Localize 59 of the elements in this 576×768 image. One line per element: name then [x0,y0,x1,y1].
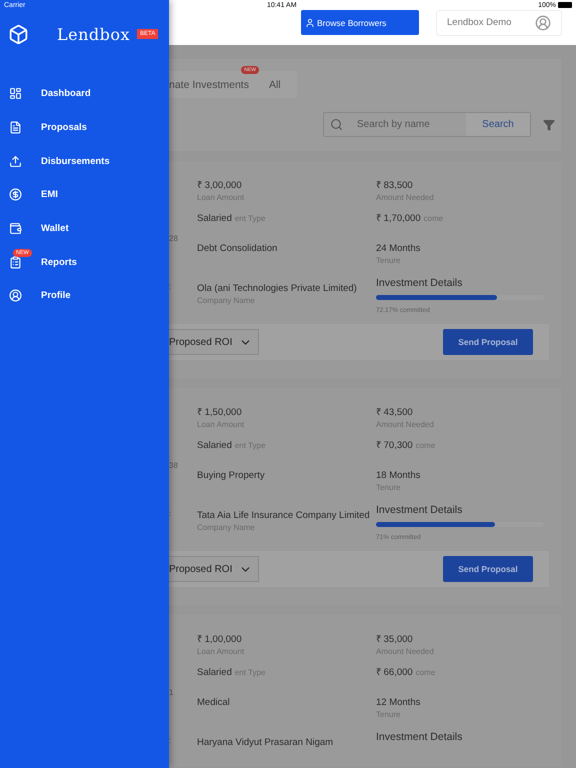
browse-borrowers-button[interactable]: Browse Borrowers [301,10,419,35]
employment-type: Salaried [197,666,232,679]
cut-text: 28 [169,234,179,245]
grid-icon [9,87,22,100]
monthly-income: ₹ 1,70,000 [376,212,421,225]
cube-icon [8,24,29,44]
user-icon [305,18,315,28]
amount-needed: ₹ 35,000 [376,633,414,646]
clipboard-icon [9,256,22,269]
tenure: 18 Months [376,469,422,482]
menu-item[interactable]: Dashboard [0,77,169,111]
loan-purpose: Buying Property [197,469,266,482]
roi-dropdown[interactable]: Proposed ROI [169,329,259,355]
send-proposal-button[interactable]: Send Proposal [443,329,533,355]
cut-text: : [169,735,172,747]
filter-icon[interactable] [543,118,555,130]
search-button[interactable]: Search [466,113,530,136]
avatar-icon [535,14,551,30]
investment-title: Investment Details [376,277,464,289]
loan-amount: ₹ 1,00,000 [197,633,243,646]
send-proposal-button[interactable]: Send Proposal [443,556,533,582]
company-name: Haryana Vidyut Prasaran Nigam [197,736,334,749]
roi-dropdown[interactable]: Proposed ROI [169,556,259,582]
employment-type: Salaried [197,439,232,452]
company-name: Tata Aia Life Insurance Company Limited [197,509,371,522]
amount-needed: ₹ 83,500 [376,179,414,192]
account-menu[interactable]: Lendbox Demo [436,10,562,36]
menu-item[interactable]: Wallet [0,212,169,246]
cut-text: : [169,508,172,520]
battery-icon [558,2,572,8]
loan-purpose: Medical [197,696,231,709]
employment-type: Salaried [197,212,232,225]
loan-amount: ₹ 3,00,000 [197,179,243,192]
document-icon [9,121,22,134]
cut-text: 38 [169,461,179,472]
wallet-icon [9,222,22,236]
user-icon [9,289,22,302]
tenure: 12 Months [376,696,422,709]
coin-icon [9,188,22,202]
menu-item[interactable]: EMI [0,178,169,212]
investment-title: Investment Details [376,731,464,743]
tab[interactable]: All [258,78,291,90]
monthly-income: ₹ 66,000 [376,666,413,679]
company-name: Ola (ani Technologies Private Limited) [197,282,358,295]
search-field[interactable]: Search by name Search [323,112,531,137]
monthly-income: ₹ 70,300 [376,439,413,452]
cut-text: : [169,281,172,293]
search-icon [330,118,343,131]
upload-icon [9,154,22,168]
menu-item[interactable]: Disbursements [0,144,169,178]
tenure: 24 Months [376,242,422,255]
investment-title: Investment Details [376,504,464,516]
loan-amount: ₹ 1,50,000 [197,406,243,419]
loan-purpose: Debt Consolidation [197,242,278,255]
menu-item[interactable]: Proposals [0,110,169,144]
cut-text: 1 [169,688,174,699]
brand-name: Lendbox [57,24,130,44]
menu-item[interactable]: Profile [0,279,169,313]
amount-needed: ₹ 43,500 [376,406,414,419]
